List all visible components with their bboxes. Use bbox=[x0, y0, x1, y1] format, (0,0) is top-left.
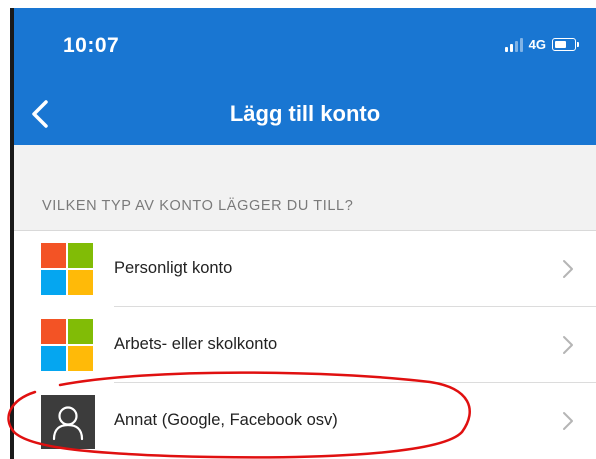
status-indicators: 4G bbox=[504, 36, 579, 52]
account-option-other[interactable]: Annat (Google, Facebook osv) bbox=[14, 383, 596, 459]
network-type: 4G bbox=[528, 36, 546, 52]
chevron-right-icon bbox=[563, 260, 573, 278]
signal-icon bbox=[504, 36, 523, 52]
account-type-list: Personligt konto Arbets- eller skolkonto bbox=[14, 230, 596, 459]
app-header: 10:07 4G Lägg till konto bbox=[14, 8, 596, 145]
account-option-work-school[interactable]: Arbets- eller skolkonto bbox=[14, 307, 596, 383]
status-time: 10:07 bbox=[63, 34, 120, 57]
microsoft-logo-icon bbox=[41, 319, 93, 371]
account-option-label: Arbets- eller skolkonto bbox=[114, 335, 278, 353]
account-option-personal[interactable]: Personligt konto bbox=[14, 231, 596, 307]
page-title: Lägg till konto bbox=[229, 101, 381, 126]
chevron-right-icon bbox=[563, 412, 573, 430]
section-header: VILKEN TYP AV KONTO LÄGGER DU TILL? bbox=[42, 198, 354, 214]
microsoft-logo-icon bbox=[41, 243, 93, 295]
battery-icon bbox=[552, 37, 579, 51]
account-option-label: Personligt konto bbox=[114, 259, 233, 277]
account-option-label: Annat (Google, Facebook osv) bbox=[114, 411, 338, 429]
person-icon bbox=[41, 395, 95, 449]
chevron-right-icon bbox=[563, 336, 573, 354]
phone-screen: 10:07 4G Lägg till konto VILKEN TYP AV K… bbox=[14, 8, 596, 459]
